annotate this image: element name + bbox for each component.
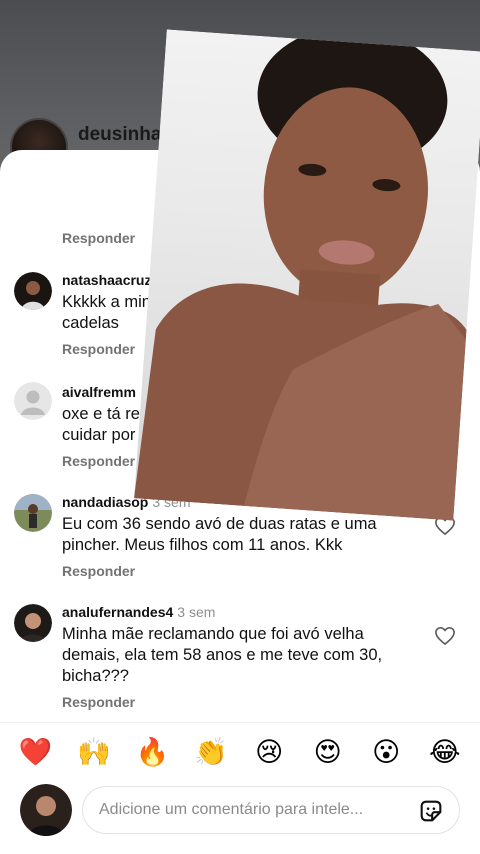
avatar[interactable] xyxy=(14,272,52,310)
heart-outline-icon[interactable] xyxy=(434,626,456,646)
comment-time: 3 sem xyxy=(177,604,216,620)
avatar[interactable] xyxy=(14,382,52,420)
reply-button[interactable]: Responder xyxy=(62,563,135,579)
background-username[interactable]: deusinha xyxy=(78,124,161,146)
emoji-raised-hands[interactable]: 🙌 xyxy=(74,736,114,768)
comment-username[interactable]: analufernandes4 3 sem xyxy=(62,604,215,620)
comment-composer: Adicione um comentário para intele... xyxy=(0,780,480,840)
avatar[interactable] xyxy=(14,494,52,532)
divider xyxy=(0,722,480,723)
emoji-surprised[interactable]: 😮 xyxy=(366,737,406,768)
comment-input[interactable]: Adicione um comentário para intele... xyxy=(82,786,460,834)
reply-button[interactable]: Responder xyxy=(62,230,135,246)
emoji-quick-reactions: ❤️ 🙌 🔥 👏 😢 😍 😮 😂 xyxy=(0,730,480,774)
comment-username[interactable]: natashaacruz xyxy=(62,272,151,288)
emoji-heart[interactable]: ❤️ xyxy=(15,736,55,768)
reply-button[interactable]: Responder xyxy=(62,341,135,357)
emoji-crying[interactable]: 😢 xyxy=(249,737,289,768)
emoji-clap[interactable]: 👏 xyxy=(191,736,231,768)
emoji-fire[interactable]: 🔥 xyxy=(132,736,172,768)
comment-text: Minha mãe reclamando que foi avó velha d… xyxy=(62,625,383,685)
person-figure xyxy=(133,29,476,521)
current-user-avatar[interactable] xyxy=(20,784,72,836)
emoji-heart-eyes[interactable]: 😍 xyxy=(308,737,348,768)
comment-input-placeholder: Adicione um comentário para intele... xyxy=(99,801,364,818)
emoji-laughing[interactable]: 😂 xyxy=(425,737,465,768)
reply-button[interactable]: Responder xyxy=(62,453,135,469)
avatar[interactable] xyxy=(14,604,52,642)
comment-text: Eu com 36 sendo avó de duas ratas e uma … xyxy=(62,515,377,554)
overlay-video[interactable] xyxy=(133,29,480,521)
comment-username[interactable]: aivalfremm xyxy=(62,384,136,400)
reply-button[interactable]: Responder xyxy=(62,694,135,710)
sticker-icon[interactable] xyxy=(417,797,445,825)
